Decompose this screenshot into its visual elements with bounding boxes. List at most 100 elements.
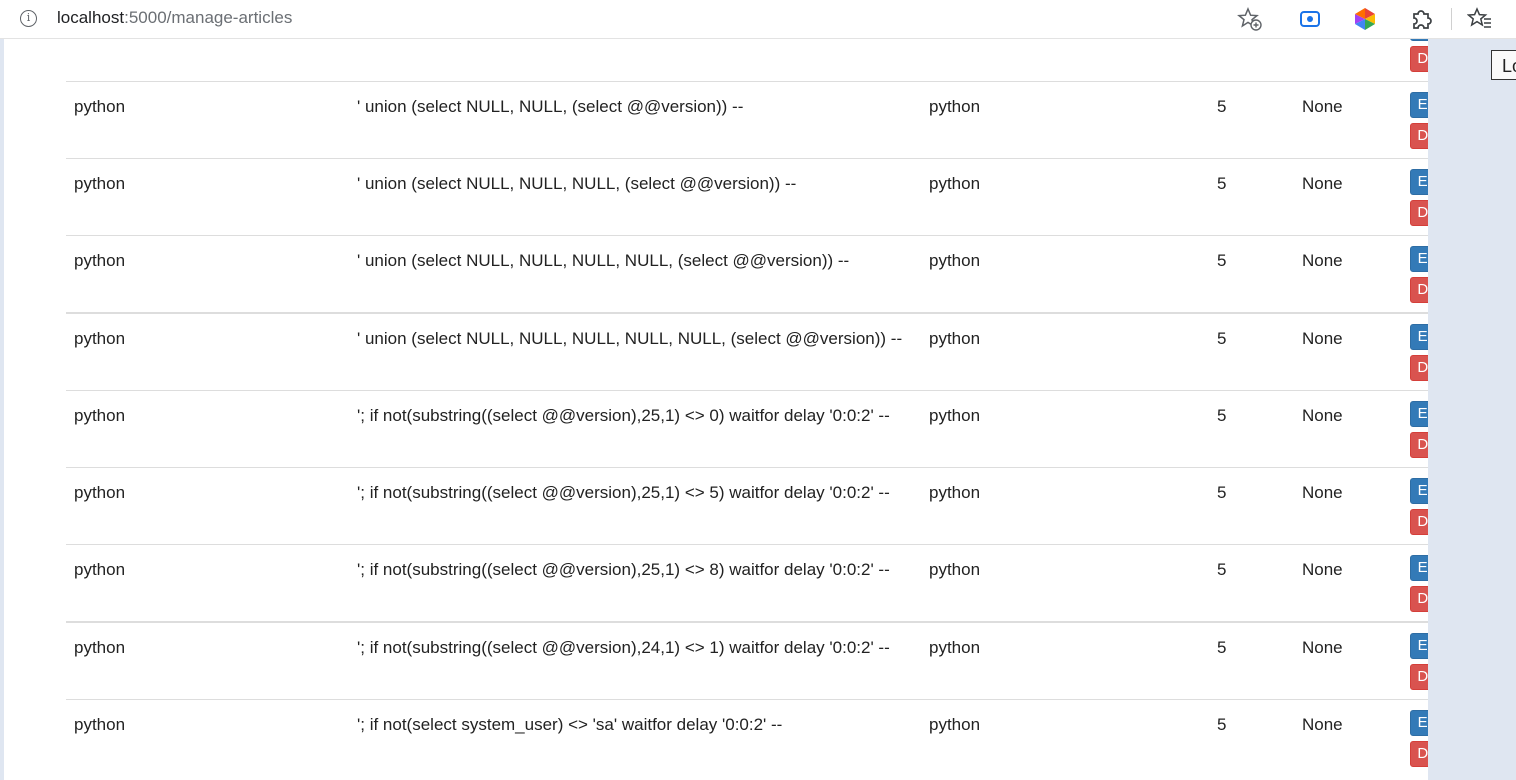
address-bar[interactable]: i localhost:5000/manage-articles xyxy=(0,0,1276,38)
author-username-cell: python xyxy=(66,38,349,82)
rating-cell: 5 xyxy=(1209,158,1294,236)
table-row: python ' union (select NULL, NULL, NULL, … xyxy=(66,312,1428,391)
status-cell: None xyxy=(1294,81,1402,159)
actions-cell: Edit Delete xyxy=(1402,544,1428,622)
actions-cell: Edit Delete xyxy=(1402,81,1428,159)
actions-cell: Edit Delete xyxy=(1402,312,1428,391)
status-cell: None xyxy=(1294,544,1402,622)
page-right-margin xyxy=(1428,38,1516,780)
rating-cell: 5 xyxy=(1209,312,1294,391)
add-favorite-icon[interactable] xyxy=(1237,6,1263,32)
author-cell: python xyxy=(921,621,1209,700)
actions-cell: Edit Delete xyxy=(1402,699,1428,776)
delete-button[interactable]: Delete xyxy=(1410,664,1428,690)
status-cell: None xyxy=(1294,235,1402,313)
author-cell: python xyxy=(921,544,1209,622)
author-cell: python xyxy=(921,38,1209,82)
article-title-cell: '; if not(substring((select @@version),2… xyxy=(349,390,921,468)
toolbar-divider xyxy=(1451,8,1452,30)
table-row: python '; if not(substring((select @@vers… xyxy=(66,390,1428,468)
table-row: python ' union (select NULL, NULL, (selec… xyxy=(66,81,1428,159)
delete-button[interactable]: Delete xyxy=(1410,509,1428,535)
delete-button[interactable]: Delete xyxy=(1410,123,1428,149)
delete-button[interactable]: Delete xyxy=(1410,355,1428,381)
url-text[interactable]: localhost:5000/manage-articles xyxy=(57,8,292,28)
url-path: :5000/manage-articles xyxy=(124,8,293,27)
table-row: python ' union (select NULL, NULL, NULL, … xyxy=(66,235,1428,313)
rating-cell: 5 xyxy=(1209,699,1294,776)
screen-share-icon[interactable] xyxy=(1297,6,1323,32)
author-cell: python xyxy=(921,467,1209,545)
status-cell: None xyxy=(1294,312,1402,391)
browser-toolbar: i localhost:5000/manage-articles xyxy=(0,0,1516,39)
actions-cell: Edit Delete xyxy=(1402,390,1428,468)
url-host: localhost xyxy=(57,8,125,27)
table-row: python '; if not(select system_user) <> '… xyxy=(66,699,1428,776)
article-title-cell: ' union (select NULL, NULL, NULL, (selec… xyxy=(349,158,921,236)
article-title-cell: ' union (select NULL, NULL, (select @@ve… xyxy=(349,81,921,159)
status-cell: None xyxy=(1294,621,1402,700)
delete-button[interactable]: Delete xyxy=(1410,586,1428,612)
manage-articles-page: python' union (select NULL, (select @@ve… xyxy=(4,38,1428,780)
extensions-puzzle-icon[interactable] xyxy=(1408,6,1434,32)
favorites-icon[interactable] xyxy=(1467,6,1493,32)
actions-cell: Edit Delete xyxy=(1402,158,1428,236)
author-username-cell: python xyxy=(66,621,349,700)
edit-button[interactable]: Edit xyxy=(1410,710,1428,736)
actions-cell: Edit Delete xyxy=(1402,621,1428,700)
delete-button[interactable]: Delete xyxy=(1410,277,1428,303)
edit-button[interactable]: Edit xyxy=(1410,555,1428,581)
rating-cell: 5 xyxy=(1209,38,1294,82)
status-cell: None xyxy=(1294,390,1402,468)
table-row: python' union (select NULL, (select @@ve… xyxy=(66,38,1428,82)
edit-button[interactable]: Edit xyxy=(1410,401,1428,427)
article-title-cell: '; if not(substring((select @@version),2… xyxy=(349,467,921,545)
status-cell: None xyxy=(1294,158,1402,236)
delete-button[interactable]: Delete xyxy=(1410,432,1428,458)
author-username-cell: python xyxy=(66,467,349,545)
rating-cell: 5 xyxy=(1209,81,1294,159)
author-username-cell: python xyxy=(66,312,349,391)
rating-cell: 5 xyxy=(1209,621,1294,700)
edit-button[interactable]: Edit xyxy=(1410,169,1428,195)
author-cell: python xyxy=(921,699,1209,776)
table-row: python '; if not(substring((select @@vers… xyxy=(66,544,1428,622)
article-title-cell: '; if not(substring((select @@version),2… xyxy=(349,621,921,700)
article-title-cell: '; if not(select system_user) <> 'sa' wa… xyxy=(349,699,921,776)
delete-button[interactable]: Delete xyxy=(1410,200,1428,226)
info-icon[interactable]: i xyxy=(20,10,37,27)
table-row: python '; if not(substring((select @@vers… xyxy=(66,621,1428,700)
status-cell: None xyxy=(1294,699,1402,776)
rating-cell: 5 xyxy=(1209,467,1294,545)
author-cell: python xyxy=(921,81,1209,159)
delete-button[interactable]: Delete xyxy=(1410,46,1428,72)
edit-button[interactable]: Edit xyxy=(1410,478,1428,504)
rating-cell: 5 xyxy=(1209,544,1294,622)
articles-table: python' union (select NULL, (select @@ve… xyxy=(66,38,1428,776)
author-username-cell: python xyxy=(66,81,349,159)
author-cell: python xyxy=(921,312,1209,391)
delete-button[interactable]: Delete xyxy=(1410,741,1428,767)
actions-cell: EditDelete xyxy=(1402,38,1428,82)
edit-button[interactable]: Edit xyxy=(1410,246,1428,272)
extension-colorful-icon[interactable] xyxy=(1352,6,1378,32)
table-row: python ' union (select NULL, NULL, NULL, … xyxy=(66,158,1428,236)
article-title-cell: ' union (select NULL, NULL, NULL, NULL, … xyxy=(349,312,921,391)
edit-button[interactable]: Edit xyxy=(1410,633,1428,659)
article-title-cell: '; if not(substring((select @@version),2… xyxy=(349,544,921,622)
author-username-cell: python xyxy=(66,390,349,468)
author-username-cell: python xyxy=(66,544,349,622)
author-cell: python xyxy=(921,390,1209,468)
edit-button[interactable]: Edit xyxy=(1410,324,1428,350)
status-cell: None xyxy=(1294,38,1402,82)
actions-cell: Edit Delete xyxy=(1402,235,1428,313)
author-username-cell: python xyxy=(66,699,349,776)
article-title-cell: ' union (select NULL, NULL, NULL, NULL, … xyxy=(349,235,921,313)
side-tab[interactable]: Lo xyxy=(1491,50,1516,80)
author-username-cell: python xyxy=(66,235,349,313)
edit-button[interactable]: Edit xyxy=(1410,92,1428,118)
status-cell: None xyxy=(1294,467,1402,545)
articles-table-body: python' union (select NULL, (select @@ve… xyxy=(66,38,1428,776)
table-row: python '; if not(substring((select @@vers… xyxy=(66,467,1428,545)
author-cell: python xyxy=(921,158,1209,236)
